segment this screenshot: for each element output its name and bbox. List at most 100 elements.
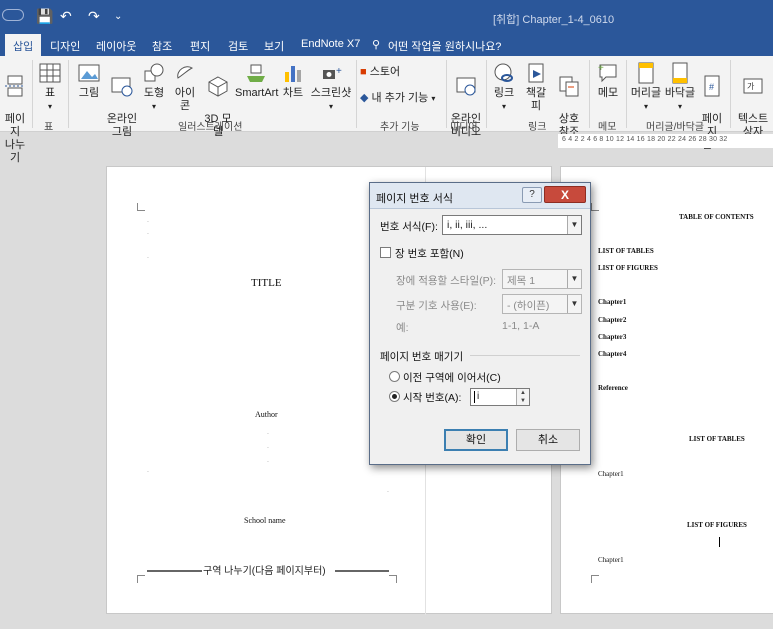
addins-icon: ◆ <box>360 92 369 104</box>
link-button[interactable]: 링크 ▾ <box>490 62 518 113</box>
textbox-icon: 가 <box>743 78 763 94</box>
group-separator <box>589 60 590 128</box>
group-label-addins: 추가 기능 <box>380 122 420 133</box>
number-format-select[interactable]: i, ii, iii, ... ▼ <box>442 215 582 235</box>
redo-icon[interactable]: ↷ <box>88 8 100 25</box>
comment-button[interactable]: + 메모 <box>594 62 622 100</box>
spinner-arrows-icon[interactable]: ▲ ▼ <box>516 389 529 405</box>
bookmark-icon <box>528 63 544 83</box>
school-name-text: School name <box>244 516 286 525</box>
toc-list-figures: LIST OF FIGURES <box>598 264 658 272</box>
bookmark-button[interactable]: 책갈피 <box>521 62 551 113</box>
shapes-icon <box>144 63 164 82</box>
picture-icon <box>78 64 100 82</box>
toc-chapter4: Chapter4 <box>598 350 627 358</box>
tab-endnote[interactable]: EndNote X7 <box>301 38 360 50</box>
shapes-button[interactable]: 도형 ▾ <box>142 62 166 113</box>
tab-view[interactable]: 보기 <box>264 38 284 54</box>
example-label: 예: <box>396 322 409 334</box>
header-icon <box>638 62 654 84</box>
include-chapter-label[interactable]: 장 번호 포함(N) <box>395 246 464 261</box>
undo-icon[interactable]: ↶ <box>60 8 72 25</box>
tell-me-box[interactable]: 어떤 작업을 원하시나요? <box>388 38 501 54</box>
page-break-icon <box>5 75 25 97</box>
svg-text:#: # <box>709 82 714 92</box>
chevron-down-icon[interactable]: ▼ <box>567 270 581 288</box>
table-button[interactable]: 표 ▾ <box>36 62 64 113</box>
include-chapter-checkbox[interactable] <box>380 247 391 258</box>
paragraph-mark: . <box>147 217 149 224</box>
page-break-button[interactable]: 페이지 나누기 <box>0 62 30 165</box>
help-button[interactable]: ? <box>522 187 542 203</box>
chapter-style-select[interactable]: 제목 1 ▼ <box>502 269 582 289</box>
comment-icon: + <box>598 63 617 83</box>
save-icon[interactable]: 💾 <box>36 8 53 25</box>
store-button[interactable]: ■ 스토어 <box>360 66 400 79</box>
picture-button[interactable]: 그림 <box>76 62 102 100</box>
section-divider <box>470 355 580 356</box>
search-icon[interactable]: ⚲ <box>372 38 380 51</box>
group-separator <box>730 60 731 128</box>
tab-references[interactable]: 참조 <box>152 38 172 54</box>
dialog-title: 페이지 번호 서식 <box>376 193 453 205</box>
cancel-button[interactable]: 취소 <box>516 429 580 451</box>
my-addins-button[interactable]: ◆ 내 추가 기능 ▾ <box>360 92 435 105</box>
start-at-label[interactable]: 시작 번호(A): <box>403 390 461 405</box>
svg-text:가: 가 <box>747 82 755 91</box>
lof-heading: LIST OF FIGURES <box>687 521 747 529</box>
continue-previous-label[interactable]: 이전 구역에 이어서(C) <box>403 370 501 385</box>
separator-select[interactable]: - (하이픈) ▼ <box>502 294 582 314</box>
margin-mark <box>137 575 145 583</box>
margin-mark <box>591 575 599 583</box>
margin-mark <box>137 203 145 211</box>
table-icon <box>39 63 61 83</box>
text-caret <box>474 391 475 403</box>
toc-chapter3: Chapter3 <box>598 333 627 341</box>
lof-item: Chapter1 <box>598 556 624 564</box>
header-button[interactable]: 머리글 ▾ <box>630 62 662 113</box>
close-button[interactable]: X <box>544 186 586 203</box>
paragraph-mark: . <box>147 229 149 236</box>
chart-icon <box>285 66 301 82</box>
icons-button[interactable]: 아이콘 <box>170 62 200 113</box>
screenshot-button[interactable]: + 스크린샷 ▾ <box>309 62 353 113</box>
group-separator <box>32 60 33 128</box>
horizontal-ruler[interactable]: 6 4 2 2 4 6 8 10 12 14 16 18 20 22 24 26… <box>558 134 773 148</box>
chart-button[interactable]: 차트 <box>281 62 305 100</box>
group-label-illustrations: 일러스트레이션 <box>178 122 243 133</box>
svg-text:+: + <box>598 63 604 74</box>
section-break-label: 구역 나누기(다음 페이지부터) <box>203 566 326 577</box>
group-label-tables: 표 <box>44 122 54 133</box>
textbox-button[interactable]: 가 텍스트 상자 <box>733 62 773 139</box>
right-page[interactable]: TABLE OF CONTENTS LIST OF TABLES LIST OF… <box>560 166 773 614</box>
continue-previous-radio[interactable] <box>389 371 400 382</box>
group-label-comments: 메모 <box>598 122 617 133</box>
group-separator <box>486 60 487 128</box>
link-icon <box>494 63 513 82</box>
tab-mailings[interactable]: 편지 <box>190 38 210 54</box>
cross-reference-button[interactable]: 상호 참조 <box>554 62 584 139</box>
tab-review[interactable]: 검토 <box>228 38 248 54</box>
group-label-media: 미디어 <box>450 122 478 133</box>
chevron-down-icon[interactable]: ▼ <box>567 295 581 313</box>
smartart-button[interactable]: SmartArt <box>235 62 278 100</box>
autosave-toggle[interactable] <box>2 9 24 21</box>
tab-insert[interactable]: 삽입 <box>5 34 42 56</box>
lot-heading: LIST OF TABLES <box>689 435 745 443</box>
chevron-down-icon[interactable]: ▼ <box>567 216 581 234</box>
ok-button[interactable]: 확인 <box>444 429 508 451</box>
toc-chapter1: Chapter1 <box>598 298 627 306</box>
tab-layout[interactable]: 레이아웃 <box>96 38 136 54</box>
footer-button[interactable]: 바닥글 ▾ <box>664 62 696 113</box>
dialog-title-bar[interactable]: 페이지 번호 서식 ? X <box>370 183 590 209</box>
example-value: 1-1, 1-A <box>502 320 540 332</box>
text-cursor <box>719 537 720 547</box>
start-at-radio[interactable] <box>389 391 400 402</box>
toc-heading: TABLE OF CONTENTS <box>679 213 754 221</box>
customize-qat-icon[interactable]: ⌄ <box>114 11 122 22</box>
start-at-spinner[interactable]: i ▲ ▼ <box>470 388 530 406</box>
group-label-links: 링크 <box>528 122 547 133</box>
ribbon: 페이지 나누기 표 ▾ 그림 온라인 그림 도형 ▾ 아이콘 3D 모 델 Smar… <box>0 56 773 164</box>
online-picture-button[interactable]: 온라인 그림 <box>106 62 138 139</box>
tab-design[interactable]: 디자인 <box>50 38 80 54</box>
